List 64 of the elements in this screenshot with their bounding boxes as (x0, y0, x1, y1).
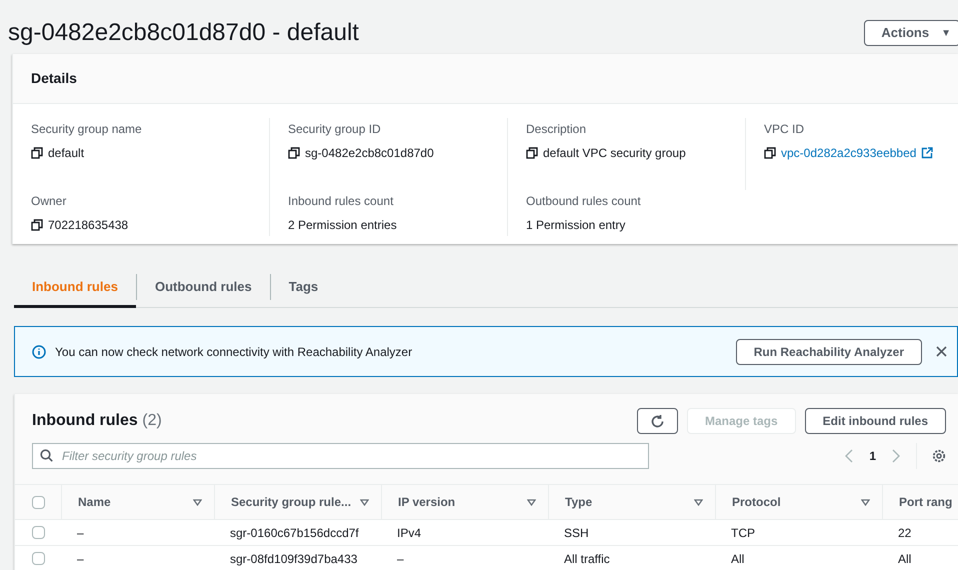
table-cell: All (731, 552, 744, 566)
sort-icon[interactable] (193, 498, 202, 506)
tab[interactable]: Tags (270, 266, 336, 308)
vpc-link[interactable]: vpc-0d282a2c933eebbed (781, 144, 916, 162)
column-header[interactable]: Security group rule... (231, 493, 352, 511)
row-checkbox[interactable] (32, 552, 44, 565)
field-value: 702218635438 (48, 217, 128, 234)
edit-rules-button[interactable]: Edit inbound rules (804, 408, 946, 434)
table-cell: SSH (564, 526, 589, 540)
field-label: Owner (31, 193, 66, 210)
sort-icon[interactable] (527, 498, 536, 506)
search-icon (40, 449, 53, 462)
column-header[interactable]: Port rang (899, 493, 952, 511)
refresh-button[interactable] (636, 408, 678, 434)
table-cell: All (898, 552, 912, 566)
table-cell: IPv4 (397, 526, 422, 540)
field-value: 2 Permission entries (288, 217, 397, 234)
field-value: 1 Permission entry (526, 217, 626, 234)
field-value: sg-0482e2cb8c01d87d0 (305, 145, 434, 162)
field-label: Description (526, 121, 586, 138)
sort-icon[interactable] (861, 498, 870, 506)
table-cell: All traffic (564, 552, 610, 566)
select-all-checkbox[interactable] (32, 496, 44, 508)
column-header[interactable]: Protocol (732, 493, 781, 511)
banner-text: You can now check network connectivity with Reachability Analyzer (55, 344, 412, 360)
field-value: default VPC security group (543, 145, 686, 162)
table-cell: – (77, 552, 84, 566)
close-icon[interactable] (936, 346, 947, 357)
copy-icon[interactable] (288, 147, 300, 159)
caret-icon: ▼ (941, 26, 951, 40)
tab[interactable]: Outbound rules (136, 266, 270, 308)
copy-icon[interactable] (31, 219, 43, 231)
table-cell: sgr-0160c67b156dccd7f (230, 526, 359, 540)
copy-icon[interactable] (764, 147, 776, 159)
table-cell: – (397, 552, 404, 566)
copy-icon[interactable] (526, 147, 538, 159)
field-label: Security group name (31, 121, 142, 138)
page-title: sg-0482e2cb8c01d87d0 - default (8, 21, 359, 45)
field-label: VPC ID (764, 121, 804, 138)
run-analyzer-button[interactable]: Run Reachability Analyzer (736, 338, 922, 364)
field-label: Outbound rules count (526, 193, 641, 210)
column-header[interactable]: Type (565, 493, 592, 511)
table-cell: 22 (898, 526, 912, 540)
field-label: Security group ID (288, 121, 381, 138)
actions-button[interactable]: Actions ▼ (864, 20, 958, 46)
sort-icon[interactable] (360, 498, 369, 506)
column-header[interactable]: IP version (398, 493, 456, 511)
column-header[interactable]: Name (78, 493, 111, 511)
external-link-icon[interactable] (921, 147, 934, 159)
page-number[interactable]: 1 (869, 447, 876, 465)
settings-icon[interactable] (932, 449, 946, 463)
details-title: Details (31, 69, 77, 88)
filter-input[interactable]: Filter security group rules (32, 443, 649, 469)
table-cell: sgr-08fd109f39d7ba433 (230, 552, 358, 566)
info-icon (32, 344, 46, 358)
table-title: Inbound rules (2) (32, 411, 162, 431)
copy-icon[interactable] (31, 147, 43, 159)
refresh-icon (650, 414, 665, 428)
row-checkbox[interactable] (32, 526, 44, 539)
field-label: Inbound rules count (288, 193, 394, 210)
sort-icon[interactable] (694, 498, 703, 506)
table-cell: TCP (731, 526, 755, 540)
field-value: default (48, 145, 84, 162)
table-cell: – (77, 526, 84, 540)
